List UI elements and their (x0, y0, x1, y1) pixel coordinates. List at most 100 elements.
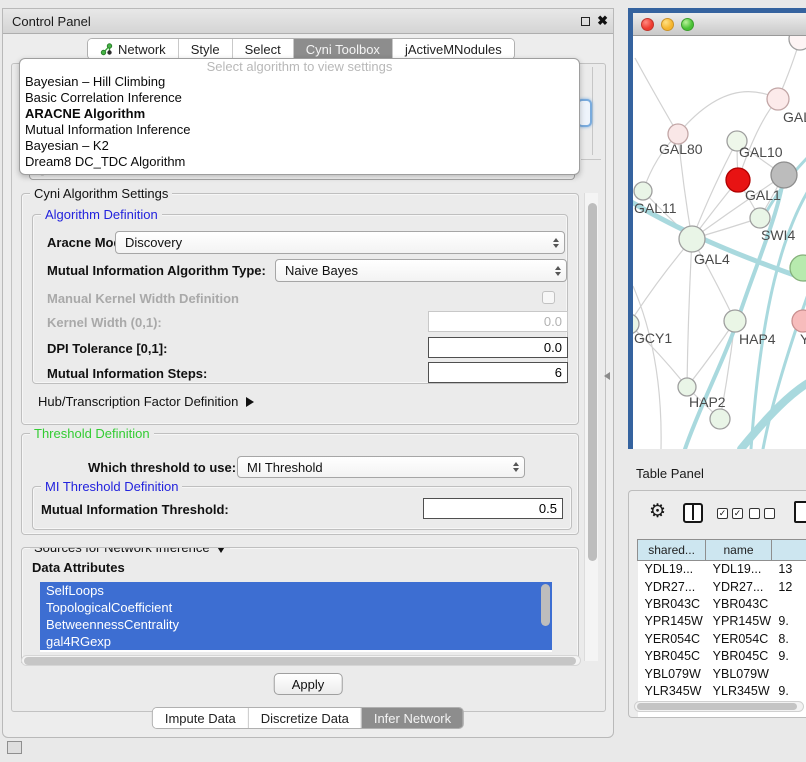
popup-item[interactable]: Dream8 DC_TDC Algorithm (20, 154, 579, 170)
popup-item-selected[interactable]: ARACNE Algorithm (20, 106, 579, 122)
manual-kernel-checkbox[interactable] (542, 291, 555, 304)
mi-steps-label: Mutual Information Steps: (47, 366, 207, 381)
tab-jactivemnodules[interactable]: jActiveMNodules (392, 39, 514, 59)
aracne-mode-combo[interactable]: Discovery (115, 231, 565, 254)
node-label: GAL80 (659, 141, 703, 157)
dpi-tolerance-field[interactable]: 0.0 (428, 337, 568, 358)
table-row[interactable]: YER054CYER054C8. (638, 630, 806, 647)
column-header-clipped[interactable] (771, 540, 806, 561)
gear-icon[interactable]: ⚙ (649, 500, 666, 523)
mi-threshold-definition-group: MI Threshold Definition Mutual Informati… (32, 486, 572, 530)
tab-discretize-data[interactable]: Discretize Data (248, 708, 361, 728)
list-scrollbar[interactable] (541, 584, 550, 648)
float-window-icon[interactable] (581, 17, 590, 26)
settings-horizontal-scrollbar[interactable] (21, 655, 581, 666)
control-panel-tabs: Network Style Select Cyni Toolbox jActiv… (87, 38, 515, 60)
combo-stepper-icon (513, 462, 519, 472)
settings-vertical-scrollbar[interactable] (584, 193, 598, 661)
algorithm-dropdown-popup: Select algorithm to view settings Bayesi… (19, 58, 580, 175)
table-row[interactable]: YDR27...YDR27...12 (638, 578, 806, 595)
tab-impute-data[interactable]: Impute Data (153, 708, 248, 728)
group-title: Cyni Algorithm Settings (30, 186, 172, 201)
network-graph: GAL80 GAL10 GAL1 GAL11 SWI4 GAL4 GCY1 HA… (633, 36, 806, 449)
network-view-window[interactable]: GAL80 GAL10 GAL1 GAL11 SWI4 GAL4 GCY1 HA… (628, 8, 806, 449)
network-canvas[interactable]: GAL80 GAL10 GAL1 GAL11 SWI4 GAL4 GCY1 HA… (633, 36, 806, 449)
scrollbar-thumb[interactable] (637, 703, 797, 710)
mi-threshold-field[interactable]: 0.5 (423, 498, 563, 519)
popup-item[interactable]: Bayesian – K2 (20, 138, 579, 154)
apply-button[interactable]: Apply (274, 673, 343, 695)
network-node[interactable] (767, 88, 789, 110)
combo-stepper-icon (553, 238, 559, 248)
network-node-gal11[interactable] (634, 182, 652, 200)
table-horizontal-scrollbar[interactable] (634, 701, 804, 712)
mouse-cursor (604, 372, 610, 380)
tab-network[interactable]: Network (88, 39, 178, 59)
attribute-item[interactable]: gal4RGexp (40, 633, 552, 650)
mi-threshold-label: Mutual Information Threshold: (41, 502, 229, 517)
attribute-item[interactable]: SelfLoops (40, 582, 552, 599)
kernel-width-field[interactable]: 0.0 (428, 311, 568, 332)
network-node[interactable] (710, 409, 730, 429)
minimize-traffic-light-icon[interactable] (661, 18, 674, 31)
mi-steps-field[interactable]: 6 (428, 362, 568, 383)
collapsed-arrow-icon (246, 397, 254, 407)
node-label: HAP4 (739, 331, 776, 347)
tab-select[interactable]: Select (232, 39, 293, 59)
network-node-gal4[interactable] (679, 226, 705, 252)
table-row[interactable]: YBR045CYBR045C9. (638, 647, 806, 664)
popup-item[interactable]: Mutual Information Inference (20, 122, 579, 138)
table-row[interactable]: YLR345WYLR345W9. (638, 682, 806, 699)
scrollbar-thumb[interactable] (588, 203, 597, 561)
deselect-all-columns-icon[interactable] (749, 508, 775, 519)
column-header-shared-name[interactable]: shared... (638, 540, 706, 561)
zoom-traffic-light-icon[interactable] (681, 18, 694, 31)
column-header-name[interactable]: name (706, 540, 772, 561)
expanded-arrow-icon (216, 547, 226, 553)
network-node-gal1[interactable] (750, 208, 770, 228)
network-node-hap4[interactable] (724, 310, 746, 332)
network-node[interactable] (789, 36, 806, 50)
close-icon[interactable]: ✖ (597, 13, 608, 29)
table-header-row: shared... name (638, 540, 806, 561)
popup-item[interactable]: Bayesian – Hill Climbing (20, 74, 579, 90)
control-panel-titlebar: Control Panel ✖ (3, 9, 613, 34)
data-attributes-label: Data Attributes (32, 560, 125, 575)
table-panel: ⚙ ✓✓ shared... name YDL19...YDL19...13 Y… (628, 490, 806, 718)
node-label: GCY1 (634, 330, 672, 346)
table-row[interactable]: YPR145WYPR145W9. (638, 613, 806, 630)
which-threshold-combo[interactable]: MI Threshold (237, 456, 525, 478)
sources-toggle[interactable]: Sources for Network Inference (30, 547, 230, 555)
table-row[interactable]: YBL079WYBL079W (638, 665, 806, 682)
network-node-gray[interactable] (771, 162, 797, 188)
float-panel-icon[interactable] (7, 741, 22, 754)
table-toolbar: ⚙ ✓✓ (629, 491, 806, 535)
select-all-columns-icon[interactable]: ✓✓ (717, 508, 743, 519)
table-row[interactable]: YBR043CYBR043C (638, 595, 806, 612)
tab-style[interactable]: Style (178, 39, 232, 59)
dpi-tolerance-label: DPI Tolerance [0,1]: (47, 341, 167, 356)
tab-cyni-toolbox[interactable]: Cyni Toolbox (293, 39, 392, 59)
which-threshold-label: Which threshold to use: (88, 460, 236, 475)
attribute-item[interactable]: BetweennessCentrality (40, 616, 552, 633)
document-icon[interactable] (794, 501, 806, 523)
hub-definition-toggle[interactable]: Hub/Transcription Factor Definition (38, 394, 254, 409)
threshold-definition-group: Threshold Definition Which threshold to … (21, 433, 579, 535)
columns-icon[interactable] (683, 503, 703, 523)
network-window-titlebar[interactable] (633, 13, 806, 36)
scrollbar-thumb[interactable] (24, 657, 576, 665)
kernel-width-label: Kernel Width (0,1): (47, 315, 162, 330)
table-row[interactable]: YDL19...YDL19...13 (638, 561, 806, 578)
aracne-mode-value: Discovery (125, 235, 182, 250)
popup-item[interactable]: Basic Correlation Inference (20, 90, 579, 106)
combo-stepper-icon (555, 266, 561, 276)
close-traffic-light-icon[interactable] (641, 18, 654, 31)
group-title: Threshold Definition (30, 426, 154, 441)
control-panel-title: Control Panel (12, 14, 91, 29)
tab-infer-network[interactable]: Infer Network (361, 708, 463, 728)
mi-type-combo[interactable]: Naive Bayes (275, 259, 567, 282)
control-panel-window: Control Panel ✖ Network Style Select Cyn… (2, 8, 614, 738)
node-label: SWI4 (761, 227, 795, 243)
attribute-item[interactable]: TopologicalCoefficient (40, 599, 552, 616)
network-node[interactable] (792, 310, 806, 332)
